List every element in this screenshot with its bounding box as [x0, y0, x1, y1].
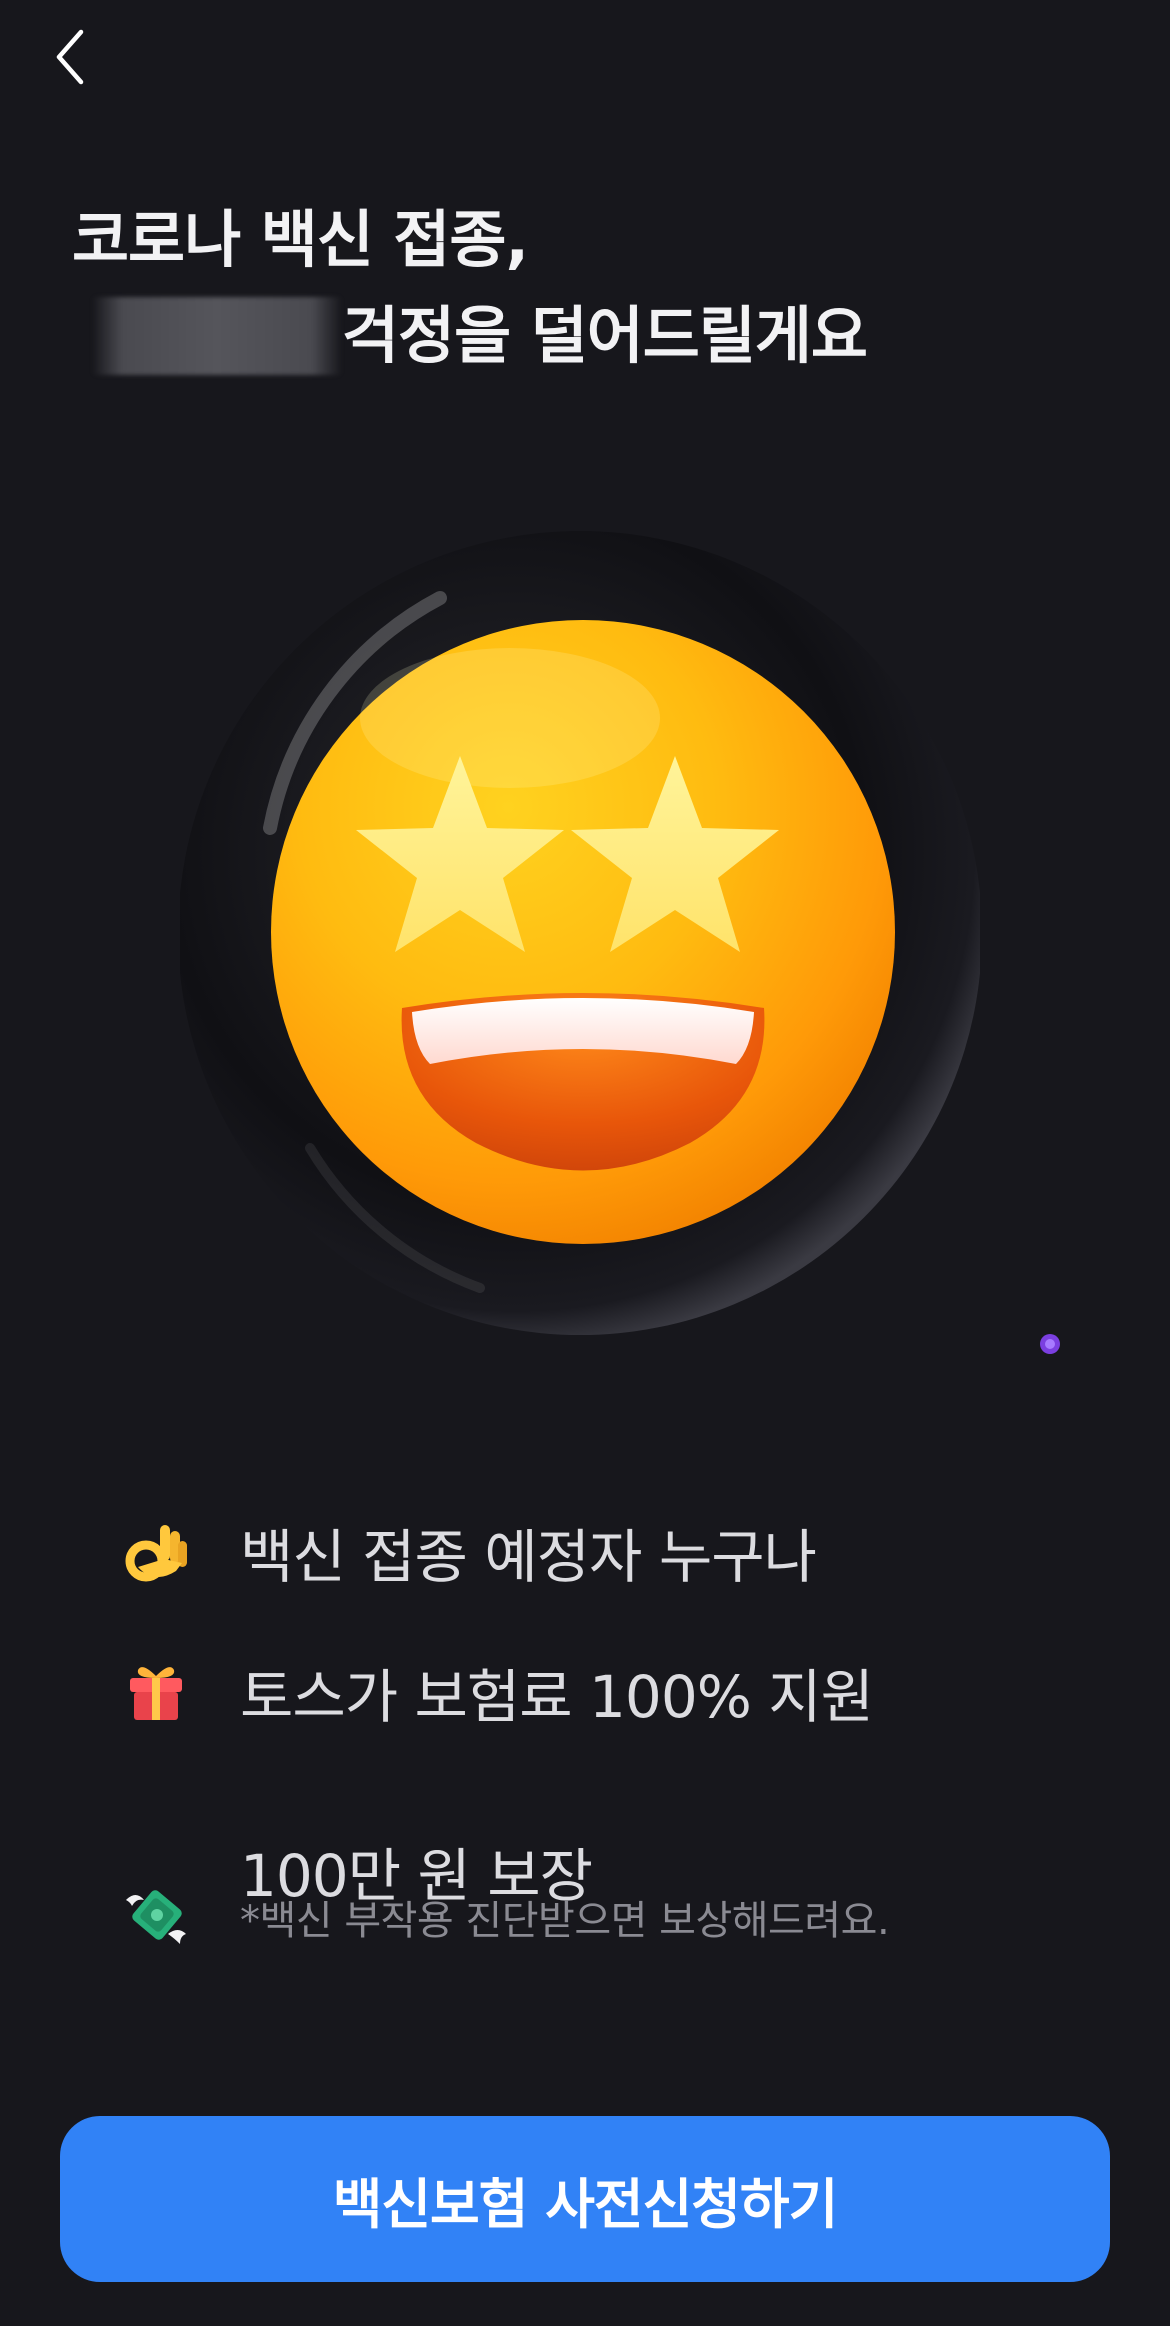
page-title: 코로나 백신 접종, 걱정을 덜어드릴게요 [72, 192, 868, 384]
back-button[interactable] [40, 22, 100, 92]
feature-item-support: 토스가 보험료 100% 지원 [120, 1650, 1100, 1734]
sparkle-icon [1040, 1334, 1060, 1354]
gift-icon [120, 1656, 192, 1728]
redacted-name [92, 297, 342, 375]
apply-button[interactable]: 백신보험 사전신청하기 [60, 2116, 1110, 2282]
ok-hand-icon [120, 1516, 192, 1588]
title-line-2: 걱정을 덜어드릴게요 [342, 299, 868, 372]
chevron-left-icon [56, 29, 84, 85]
feature-note: *백신 부작용 진단받으면 보상해드려요. [240, 1898, 890, 1944]
star-struck-emoji-icon [178, 528, 982, 1338]
feature-item-eligibility: 백신 접종 예정자 누구나 [120, 1510, 1100, 1594]
flying-money-icon [120, 1880, 192, 1952]
apply-button-label: 백신보험 사전신청하기 [332, 2172, 839, 2236]
feature-text: 토스가 보험료 100% 지원 [240, 1663, 874, 1731]
feature-text: 백신 접종 예정자 누구나 [240, 1523, 817, 1591]
title-line-1: 코로나 백신 접종, [72, 203, 529, 276]
